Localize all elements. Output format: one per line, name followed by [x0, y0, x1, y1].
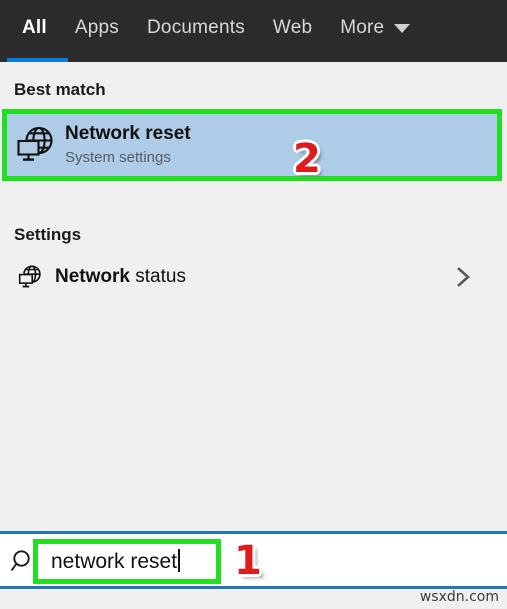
settings-item-label: Network status — [55, 266, 186, 288]
search-filter-header: All Apps Documents Web More — [0, 0, 507, 62]
settings-item-label-rest: status — [129, 266, 186, 287]
tab-web[interactable]: Web — [259, 0, 326, 56]
text-caret — [178, 549, 181, 572]
tab-web-label: Web — [272, 17, 313, 38]
search-input-value: network reset — [51, 550, 178, 573]
tab-apps-label: Apps — [74, 17, 119, 38]
globe-icon — [7, 264, 55, 290]
tab-more[interactable]: More — [326, 0, 424, 56]
tab-apps[interactable]: Apps — [61, 0, 133, 56]
tab-more-label: More — [340, 17, 385, 38]
tab-documents-label: Documents — [147, 17, 245, 38]
chevron-down-icon — [394, 23, 411, 33]
search-input[interactable]: network reset — [51, 548, 181, 575]
step-badge-1: 1 — [234, 538, 262, 584]
tab-all[interactable]: All — [0, 0, 61, 56]
tab-all-label: All — [22, 17, 47, 38]
step-badge-2: 2 — [293, 136, 321, 182]
results-body: Best match Network reset System settings… — [0, 62, 507, 584]
tab-documents[interactable]: Documents — [133, 0, 259, 56]
windows-search-panel: All Apps Documents Web More Best match N… — [0, 0, 507, 609]
settings-item-network-status[interactable]: Network status — [7, 254, 497, 300]
filter-tabs: All Apps Documents Web More — [0, 0, 424, 56]
best-match-section-title: Best match — [14, 80, 106, 99]
settings-item-label-bold: Network — [55, 266, 130, 287]
annotation-highlight-result — [2, 109, 502, 181]
footer-credit: wsxdn.com — [419, 589, 499, 605]
chevron-right-icon[interactable] — [455, 265, 473, 289]
settings-section-title: Settings — [14, 225, 82, 244]
